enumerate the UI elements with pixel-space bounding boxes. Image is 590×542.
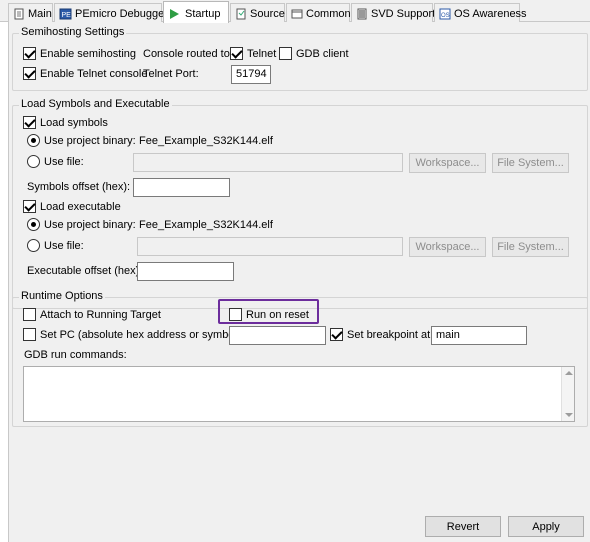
load-title: Load Symbols and Executable <box>19 98 172 110</box>
enable-telnet-console-row[interactable]: Enable Telnet console <box>23 67 147 80</box>
executable-offset-label: Executable offset (hex): <box>27 265 143 277</box>
set-pc-label: Set PC (absolute hex address or symbol): <box>40 328 244 341</box>
scroll-up-icon[interactable] <box>565 371 573 375</box>
debugger-icon: PE <box>59 8 72 20</box>
symbols-use-project-binary-row[interactable]: Use project binary: <box>27 134 136 147</box>
tab-main[interactable]: Main <box>8 3 53 22</box>
runtime-title: Runtime Options <box>19 290 105 302</box>
symbols-offset-label: Symbols offset (hex): <box>27 181 131 193</box>
revert-button[interactable]: Revert <box>425 516 501 537</box>
symbols-workspace-button[interactable]: Workspace... <box>409 153 486 173</box>
load-executable-checkbox[interactable] <box>23 200 36 213</box>
exec-file-input[interactable] <box>137 237 403 256</box>
svg-text:OS: OS <box>441 13 450 19</box>
tab-os-awareness[interactable]: OS OS Awareness <box>434 3 527 22</box>
svg-text:PE: PE <box>62 12 72 19</box>
attach-checkbox[interactable] <box>23 308 36 321</box>
symbols-use-file-label: Use file: <box>44 155 84 168</box>
set-pc-row[interactable]: Set PC (absolute hex address or symbol): <box>23 328 244 341</box>
set-breakpoint-row[interactable]: Set breakpoint at: <box>330 328 433 341</box>
executable-offset-input[interactable] <box>137 262 234 281</box>
gdb-client-row[interactable]: GDB client <box>279 47 349 60</box>
exec-use-file-radio[interactable] <box>27 239 40 252</box>
tab-svd-support-label: SVD Support <box>371 8 436 20</box>
tab-svd-support[interactable]: SVD Support <box>351 3 436 22</box>
tab-common-label: Common <box>306 8 351 20</box>
tab-startup[interactable]: Startup <box>163 1 229 23</box>
exec-use-project-binary-label: Use project binary: <box>44 218 136 231</box>
symbols-use-project-binary-label: Use project binary: <box>44 134 136 147</box>
run-on-reset-row[interactable]: Run on reset <box>229 308 309 321</box>
set-breakpoint-checkbox[interactable] <box>330 328 343 341</box>
startup-tab-content: Semihosting Settings Enable semihosting … <box>8 22 590 542</box>
load-symbols-row[interactable]: Load symbols <box>23 116 108 129</box>
apply-button[interactable]: Apply <box>508 516 584 537</box>
gdb-commands-scrollbar[interactable] <box>561 367 574 421</box>
enable-semihosting-checkbox[interactable] <box>23 47 36 60</box>
source-icon <box>235 8 247 20</box>
telnet-label: Telnet <box>247 47 277 60</box>
telnet-port-label: Telnet Port: <box>143 68 199 80</box>
telnet-checkbox[interactable] <box>230 47 243 60</box>
symbols-file-system-button[interactable]: File System... <box>492 153 569 173</box>
symbols-file-input[interactable] <box>133 153 403 172</box>
enable-telnet-console-label: Enable Telnet console <box>40 67 148 80</box>
exec-workspace-button[interactable]: Workspace... <box>409 237 486 257</box>
semihosting-group: Semihosting Settings <box>12 26 588 91</box>
startup-play-icon <box>168 8 182 20</box>
set-breakpoint-label: Set breakpoint at: <box>347 328 434 341</box>
gdb-client-label: GDB client <box>296 47 349 60</box>
telnet-port-input[interactable]: 51794 <box>231 65 271 84</box>
set-pc-input[interactable] <box>229 326 326 345</box>
tab-source-label: Source <box>250 8 285 20</box>
tab-main-label: Main <box>28 8 52 20</box>
set-pc-checkbox[interactable] <box>23 328 36 341</box>
symbols-use-file-row[interactable]: Use file: <box>27 155 84 168</box>
telnet-row[interactable]: Telnet <box>230 47 276 60</box>
run-on-reset-label: Run on reset <box>246 308 309 321</box>
console-routed-label: Console routed to: <box>143 48 233 60</box>
run-on-reset-checkbox[interactable] <box>229 308 242 321</box>
os-icon: OS <box>439 8 451 20</box>
semihosting-title: Semihosting Settings <box>19 26 127 38</box>
symbols-use-file-radio[interactable] <box>27 155 40 168</box>
tab-common[interactable]: Common <box>286 3 351 22</box>
gdb-run-commands-textarea[interactable] <box>23 366 575 422</box>
tab-os-awareness-label: OS Awareness <box>454 8 527 20</box>
tab-startup-label: Startup <box>185 7 221 20</box>
tab-pemicro-debugger[interactable]: PE PEmicro Debugger <box>54 3 168 22</box>
symbols-use-project-binary-radio[interactable] <box>27 134 40 147</box>
exec-file-system-button[interactable]: File System... <box>492 237 569 257</box>
load-executable-row[interactable]: Load executable <box>23 200 121 213</box>
load-executable-label: Load executable <box>40 200 121 213</box>
enable-semihosting-label: Enable semihosting <box>40 47 137 60</box>
breakpoint-input[interactable]: main <box>431 326 527 345</box>
gdb-client-checkbox[interactable] <box>279 47 292 60</box>
attach-label: Attach to Running Target <box>40 308 161 321</box>
load-symbols-checkbox[interactable] <box>23 116 36 129</box>
tab-bar: Main PE PEmicro Debugger Startup Source … <box>0 0 590 23</box>
exec-use-project-binary-radio[interactable] <box>27 218 40 231</box>
svd-icon <box>356 8 368 20</box>
tab-pemicro-debugger-label: PEmicro Debugger <box>75 8 168 20</box>
scroll-down-icon[interactable] <box>565 413 573 417</box>
gdb-run-commands-label: GDB run commands: <box>24 349 127 361</box>
exec-use-file-label: Use file: <box>44 239 84 252</box>
document-icon <box>13 8 25 20</box>
exec-binary-name: Fee_Example_S32K144.elf <box>139 219 273 231</box>
enable-semihosting-row[interactable]: Enable semihosting <box>23 47 136 60</box>
exec-use-project-binary-row[interactable]: Use project binary: <box>27 218 136 231</box>
attach-row[interactable]: Attach to Running Target <box>23 308 161 321</box>
exec-use-file-row[interactable]: Use file: <box>27 239 84 252</box>
tab-source[interactable]: Source <box>230 3 285 22</box>
symbols-offset-input[interactable] <box>133 178 230 197</box>
symbols-binary-name: Fee_Example_S32K144.elf <box>139 135 273 147</box>
enable-telnet-console-checkbox[interactable] <box>23 67 36 80</box>
load-symbols-label: Load symbols <box>40 116 108 129</box>
common-icon <box>291 8 303 20</box>
